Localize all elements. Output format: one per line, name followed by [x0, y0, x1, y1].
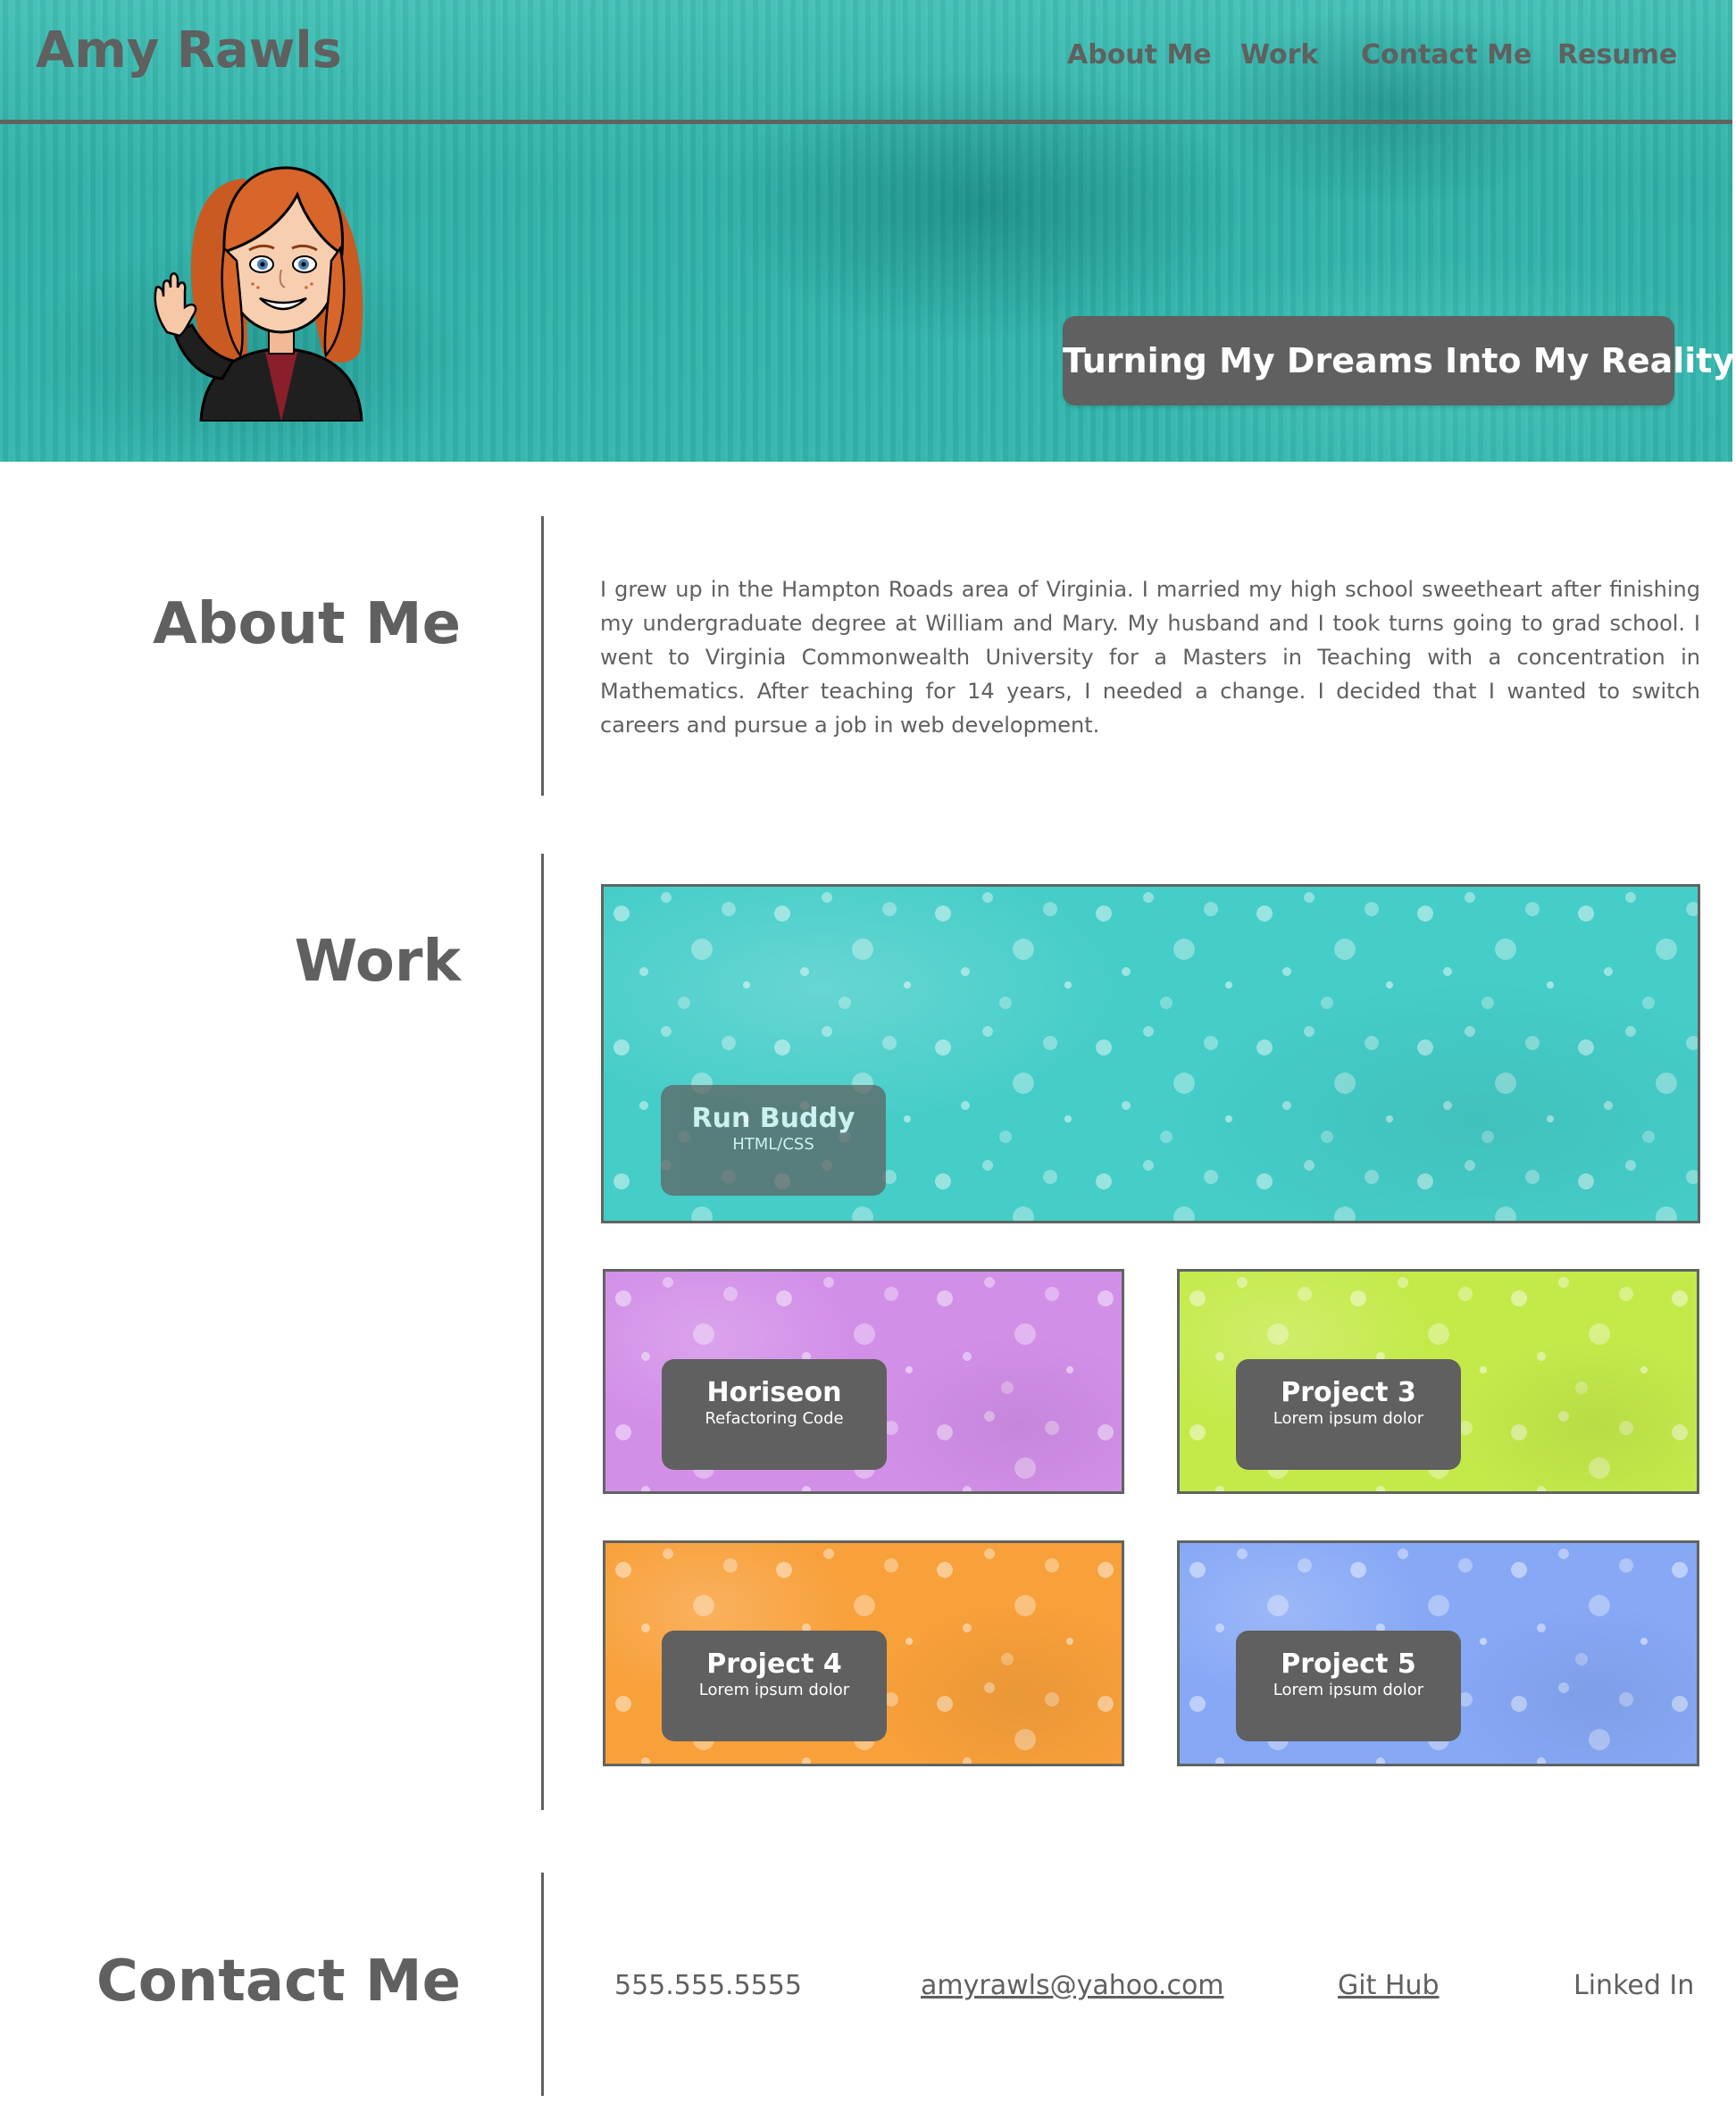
project-title: Project 4 — [706, 1648, 842, 1680]
project-subtitle: HTML/CSS — [732, 1135, 814, 1154]
project-label: Run Buddy HTML/CSS — [661, 1085, 886, 1196]
project-subtitle: Refactoring Code — [705, 1409, 844, 1428]
project-card-run-buddy[interactable]: Run Buddy HTML/CSS — [601, 884, 1700, 1223]
work-heading: Work — [294, 929, 461, 995]
contact-phone: 555.555.5555 — [614, 1970, 802, 2001]
project-label: Project 5 Lorem ipsum dolor — [1236, 1631, 1461, 1741]
contact-heading: Contact Me — [96, 1949, 461, 2015]
about-heading: About Me — [153, 591, 461, 657]
project-title: Project 5 — [1281, 1648, 1416, 1680]
contact-email-link[interactable]: amyrawls@yahoo.com — [921, 1970, 1224, 2001]
project-label: Horiseon Refactoring Code — [662, 1359, 887, 1470]
nav-about-me[interactable]: About Me — [1067, 39, 1212, 71]
contact-linkedin[interactable]: Linked In — [1573, 1970, 1694, 2001]
waving-avatar-icon — [154, 166, 363, 421]
project-card-horiseon[interactable]: Horiseon Refactoring Code — [603, 1269, 1124, 1494]
contact-divider — [541, 1873, 544, 2096]
project-card-project-5[interactable]: Project 5 Lorem ipsum dolor — [1177, 1540, 1699, 1766]
work-divider — [541, 854, 544, 1810]
project-title: Run Buddy — [691, 1103, 855, 1134]
project-label: Project 4 Lorem ipsum dolor — [662, 1631, 887, 1741]
project-card-project-3[interactable]: Project 3 Lorem ipsum dolor — [1177, 1269, 1699, 1494]
project-subtitle: Lorem ipsum dolor — [1273, 1681, 1424, 1699]
project-subtitle: Lorem ipsum dolor — [1273, 1409, 1424, 1428]
nav-contact-me[interactable]: Contact Me — [1361, 39, 1532, 71]
about-text: I grew up in the Hampton Roads area of V… — [600, 577, 1700, 738]
project-card-project-4[interactable]: Project 4 Lorem ipsum dolor — [603, 1540, 1124, 1766]
project-title: Horiseon — [706, 1377, 842, 1408]
hero-banner: Amy Rawls About Me Work Contact Me Resum… — [0, 0, 1734, 462]
nav-work[interactable]: Work — [1240, 39, 1318, 71]
nav-resume[interactable]: Resume — [1557, 39, 1677, 71]
project-title: Project 3 — [1281, 1377, 1416, 1408]
site-header: Amy Rawls About Me Work Contact Me Resum… — [0, 0, 1732, 124]
project-subtitle: Lorem ipsum dolor — [698, 1681, 850, 1699]
project-label: Project 3 Lorem ipsum dolor — [1236, 1359, 1461, 1470]
about-divider — [541, 516, 544, 796]
contact-github-link[interactable]: Git Hub — [1338, 1970, 1440, 2001]
hero-tagline: Turning My Dreams Into My Reality — [1063, 316, 1734, 405]
main-nav: About Me Work Contact Me Resume — [1054, 39, 1679, 79]
site-name[interactable]: Amy Rawls — [36, 21, 342, 79]
